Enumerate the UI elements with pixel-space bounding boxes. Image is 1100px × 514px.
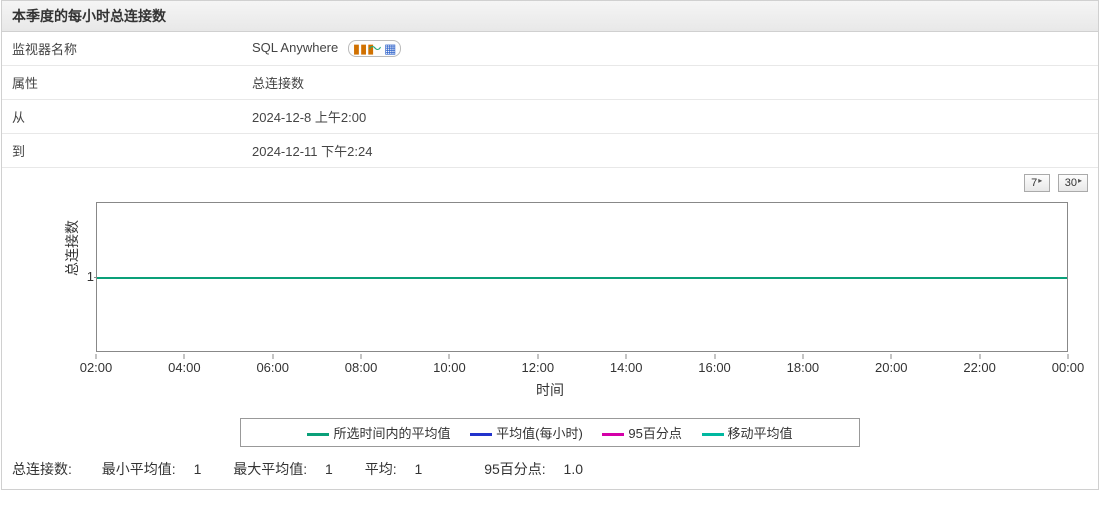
legend-item: 95百分点 xyxy=(602,423,681,442)
stat-label: 95百分点: xyxy=(484,461,545,477)
time-range-label: 30 xyxy=(1065,177,1077,189)
panel-title: 本季度的每小时总连接数 xyxy=(2,1,1098,32)
arrow-icon: ▸ xyxy=(1078,176,1082,185)
info-label: 从 xyxy=(2,100,242,134)
legend-swatch xyxy=(470,433,492,436)
x-tick-label: 14:00 xyxy=(610,360,643,375)
stat-item: 95百分点: 1.0 xyxy=(484,461,597,477)
info-row-attribute: 属性 总连接数 xyxy=(2,66,1098,100)
table-icon[interactable]: ▦ xyxy=(384,42,396,55)
stats-metric-label: 总连接数: xyxy=(12,461,72,477)
time-range-buttons: 7▸ 30▸ xyxy=(2,168,1098,194)
x-tick-mark xyxy=(184,354,185,359)
x-tick-mark xyxy=(802,354,803,359)
stat-label: 平均: xyxy=(365,461,397,477)
x-tick-mark xyxy=(361,354,362,359)
y-axis-label: 总连接数 xyxy=(62,220,82,276)
x-axis-label: 时间 xyxy=(12,380,1088,400)
summary-stats: 总连接数: 最小平均值: 1 最大平均值: 1 平均: 1 95百分点: 1.0 xyxy=(2,451,1098,489)
x-tick-label: 22:00 xyxy=(963,360,996,375)
x-axis-ticks: 02:0004:0006:0008:0010:0012:0014:0016:00… xyxy=(96,354,1068,374)
x-tick-mark xyxy=(537,354,538,359)
legend-label: 95百分点 xyxy=(628,426,681,441)
info-label: 到 xyxy=(2,134,242,168)
x-tick-mark xyxy=(1068,354,1069,359)
info-label: 监视器名称 xyxy=(2,32,242,66)
report-panel: 本季度的每小时总连接数 监视器名称 SQL Anywhere ▮▮▮ 〜 ▦ 属… xyxy=(1,0,1099,490)
stat-value: 1 xyxy=(325,461,333,477)
bar-chart-icon[interactable]: ▮▮▮ xyxy=(353,42,365,55)
info-label: 属性 xyxy=(2,66,242,100)
info-row-monitor: 监视器名称 SQL Anywhere ▮▮▮ 〜 ▦ xyxy=(2,32,1098,66)
x-tick-mark xyxy=(979,354,980,359)
legend-item: 移动平均值 xyxy=(702,423,793,442)
x-tick-label: 20:00 xyxy=(875,360,908,375)
y-tick-label: 1 xyxy=(82,269,94,284)
series-selected-avg xyxy=(97,277,1067,279)
x-tick-mark xyxy=(449,354,450,359)
legend-label: 移动平均值 xyxy=(728,426,793,441)
time-range-7-button[interactable]: 7▸ xyxy=(1024,174,1050,192)
chart-area: 总连接数 1 02:00 04:00 06:00 08:00 10:00 12:00 14:… xyxy=(12,198,1088,418)
stat-label: 最小平均值: xyxy=(102,461,176,477)
x-tick-mark xyxy=(96,354,97,359)
arrow-icon: ▸ xyxy=(1038,176,1042,185)
time-range-30-button[interactable]: 30▸ xyxy=(1058,174,1088,192)
x-tick-label: 10:00 xyxy=(433,360,466,375)
legend-swatch xyxy=(702,433,724,436)
legend-swatch xyxy=(307,433,329,436)
info-row-to: 到 2024-12-11 下午2:24 xyxy=(2,134,1098,168)
x-tick-label: 16:00 xyxy=(698,360,731,375)
info-value-cell: SQL Anywhere ▮▮▮ 〜 ▦ xyxy=(242,32,1098,66)
chart-legend: 所选时间内的平均值 平均值(每小时) 95百分点 移动平均值 xyxy=(240,418,860,447)
stat-item: 平均: 1 xyxy=(365,461,440,477)
x-tick-mark xyxy=(626,354,627,359)
x-tick-label: 08:00 xyxy=(345,360,378,375)
x-tick-mark xyxy=(891,354,892,359)
legend-label: 平均值(每小时) xyxy=(496,426,583,441)
info-value: 2024-12-8 上午2:00 xyxy=(242,100,1098,134)
stat-item: 最大平均值: 1 xyxy=(233,461,350,477)
info-row-from: 从 2024-12-8 上午2:00 xyxy=(2,100,1098,134)
plot-frame[interactable] xyxy=(96,202,1068,352)
info-value: 2024-12-11 下午2:24 xyxy=(242,134,1098,168)
stat-label: 最大平均值: xyxy=(233,461,307,477)
time-range-label: 7 xyxy=(1031,177,1037,189)
legend-label: 所选时间内的平均值 xyxy=(333,426,450,441)
legend-item: 平均值(每小时) xyxy=(470,423,583,442)
x-tick-label: 12:00 xyxy=(522,360,555,375)
legend-item: 所选时间内的平均值 xyxy=(307,423,450,442)
stat-item: 最小平均值: 1 xyxy=(102,461,219,477)
x-tick-label: 04:00 xyxy=(168,360,201,375)
x-tick-label: 00:00 xyxy=(1052,360,1085,375)
info-table: 监视器名称 SQL Anywhere ▮▮▮ 〜 ▦ 属性 总连接数 从 202… xyxy=(2,32,1098,168)
x-tick-label: 18:00 xyxy=(787,360,820,375)
info-value: 总连接数 xyxy=(242,66,1098,100)
stat-value: 1.0 xyxy=(564,461,583,477)
line-chart-icon[interactable]: 〜 xyxy=(368,42,380,55)
stat-value: 1 xyxy=(194,461,202,477)
mini-chart-icons[interactable]: ▮▮▮ 〜 ▦ xyxy=(348,40,401,57)
x-tick-mark xyxy=(714,354,715,359)
legend-swatch xyxy=(602,433,624,436)
x-tick-label: 02:00 xyxy=(80,360,113,375)
monitor-name: SQL Anywhere xyxy=(252,40,338,55)
stat-value: 1 xyxy=(415,461,423,477)
x-tick-label: 06:00 xyxy=(256,360,289,375)
x-tick-mark xyxy=(272,354,273,359)
